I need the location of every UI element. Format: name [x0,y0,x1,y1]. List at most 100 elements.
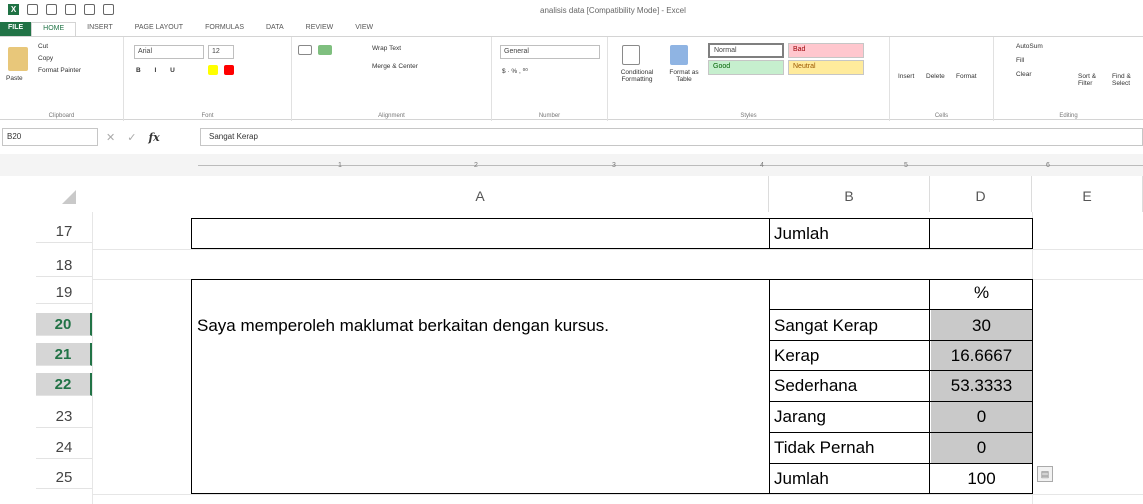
cell-border [1032,218,1033,249]
editing-label: Editing [1059,113,1078,119]
ruler-mark: 2 [474,162,478,169]
cell-d19[interactable]: % [931,281,1032,304]
style-good[interactable]: Good [708,60,784,75]
page-ruler: 1 2 3 4 5 6 [0,154,1143,176]
format-as-table-button[interactable]: Format as Table [664,69,704,83]
editing-group: AutoSum Fill Clear Sort & Filter Find & … [994,37,1143,121]
number-format-select[interactable]: General [500,45,600,59]
autosum-button[interactable]: AutoSum [1016,43,1043,50]
tab-page-layout[interactable]: PAGE LAYOUT [124,22,194,36]
row-header-25[interactable]: 25 [36,466,92,489]
format-as-table-icon[interactable] [670,45,688,65]
row-header-21[interactable]: 21 [36,343,92,366]
font-color-icon[interactable] [224,65,234,75]
cell-d25[interactable]: 100 [931,467,1032,490]
find-select-button[interactable]: Find & Select [1112,73,1142,87]
cell-b21[interactable]: Kerap [771,344,929,367]
clipboard-group: Paste Cut Copy Format Painter Clipboard [0,37,124,121]
tab-data[interactable]: DATA [255,22,295,36]
wrap-text-button[interactable]: Wrap Text [372,45,401,52]
font-name-select[interactable]: Arial [134,45,204,59]
cell-border [769,401,1033,402]
undo-icon[interactable] [46,4,57,15]
cell-b17[interactable]: Jumlah [771,222,929,245]
paste-button[interactable]: Paste [6,75,23,82]
cell-a20[interactable]: Saya memperoleh maklumat berkaitan denga… [194,314,769,337]
format-cells-button[interactable]: Format [956,73,977,80]
cell-b20[interactable]: Sangat Kerap [771,314,929,337]
cell-b25[interactable]: Jumlah [771,467,929,490]
cell-d24[interactable]: 0 [931,436,1032,459]
gridline [92,494,1143,495]
format-painter-button[interactable]: Format Painter [38,67,81,74]
tab-view[interactable]: VIEW [344,22,384,36]
cell-d21[interactable]: 16.6667 [931,344,1032,367]
column-header-a[interactable]: A [192,176,769,212]
column-header-e[interactable]: E [1032,176,1143,212]
fill-button[interactable]: Fill [1016,57,1024,64]
column-header-d[interactable]: D [930,176,1032,212]
cell-b22[interactable]: Sederhana [771,374,929,397]
cell-b24[interactable]: Tidak Pernah [771,436,929,459]
column-header-b[interactable]: B [769,176,930,212]
enter-icon[interactable]: ✓ [127,131,136,144]
tab-insert[interactable]: INSERT [76,22,124,36]
row-header-19[interactable]: 19 [36,281,92,304]
conditional-formatting-icon[interactable] [622,45,640,65]
cell-border [769,340,1033,341]
cell-border [929,279,930,494]
cell-d20[interactable]: 30 [931,314,1032,337]
ruler-mark: 4 [760,162,764,169]
sort-filter-button[interactable]: Sort & Filter [1078,73,1108,87]
cell-border [191,248,1033,249]
redo-icon[interactable] [65,4,76,15]
select-all-corner[interactable] [0,176,92,212]
align-middle-icon[interactable] [318,45,332,55]
ruler-mark: 1 [338,162,342,169]
cell-border [191,218,192,249]
tab-review[interactable]: REVIEW [295,22,345,36]
conditional-formatting-button[interactable]: Conditional Formatting [610,69,664,83]
cell-d22[interactable]: 53.3333 [931,374,1032,397]
style-bad[interactable]: Bad [788,43,864,58]
paste-icon[interactable] [8,47,28,71]
save-icon[interactable] [27,4,38,15]
align-top-icon[interactable] [298,45,312,55]
print-preview-icon[interactable] [84,4,95,15]
cut-button[interactable]: Cut [38,43,48,50]
fill-color-icon[interactable] [208,65,218,75]
cell-border [191,279,192,494]
row-header-20[interactable]: 20 [36,313,92,336]
clipboard-label: Clipboard [48,113,75,119]
row-header-24[interactable]: 24 [36,436,92,459]
cell-b23[interactable]: Jarang [771,405,929,428]
tab-home[interactable]: HOME [31,22,77,36]
merge-center-button[interactable]: Merge & Center [372,63,418,70]
ribbon: Paste Cut Copy Format Painter Clipboard … [0,36,1143,121]
style-neutral[interactable]: Neutral [788,60,864,75]
copy-button[interactable]: Copy [38,55,53,62]
bold-italic-underline-icons[interactable]: B I U [136,67,181,74]
styles-label: Styles [740,113,757,119]
cell-border [769,218,770,249]
row-header-23[interactable]: 23 [36,405,92,428]
cell-d23[interactable]: 0 [931,405,1032,428]
insert-cells-button[interactable]: Insert [898,73,914,80]
formula-input[interactable]: Sangat Kerap [200,128,1143,146]
clear-button[interactable]: Clear [1016,71,1032,78]
style-normal[interactable]: Normal [708,43,784,58]
tab-formulas[interactable]: FORMULAS [194,22,255,36]
cell-border [769,279,770,494]
new-file-icon[interactable] [103,4,114,15]
cancel-icon[interactable]: ✕ [106,131,115,144]
currency-percent-icons[interactable]: $ · % , ⁰⁰ [502,67,528,75]
name-box[interactable]: B20 [2,128,98,146]
tab-file[interactable]: FILE [0,22,32,36]
insert-function-icon[interactable]: fx [148,131,159,144]
paste-options-icon[interactable]: ▤ [1037,466,1053,482]
row-header-18[interactable]: 18 [36,254,92,277]
delete-cells-button[interactable]: Delete [926,73,945,80]
font-size-select[interactable]: 12 [208,45,234,59]
row-header-22[interactable]: 22 [36,373,92,396]
row-header-17[interactable]: 17 [36,220,92,243]
